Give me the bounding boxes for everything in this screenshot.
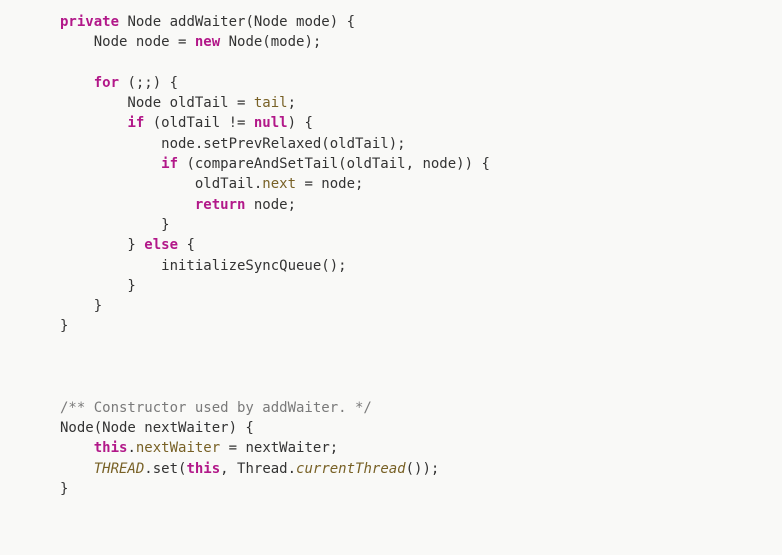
keyword-else: else	[144, 237, 178, 253]
static-currentthread: currentThread	[296, 461, 406, 477]
field-tail: tail	[254, 95, 288, 111]
code-text: = node;	[296, 176, 363, 192]
code-text: node;	[245, 197, 296, 213]
code-text: (;;) {	[119, 75, 178, 91]
code-text: = nextWaiter;	[220, 440, 338, 456]
code-text: Node node =	[60, 34, 195, 50]
keyword-for: for	[94, 75, 119, 91]
keyword-this: this	[186, 461, 220, 477]
keyword-if: if	[161, 156, 178, 172]
code-text	[60, 197, 195, 213]
code-text: initializeSyncQueue();	[60, 258, 347, 274]
keyword-private: private	[60, 14, 119, 30]
code-text: oldTail.	[60, 176, 262, 192]
code-text: Node(mode);	[220, 34, 321, 50]
code-text	[60, 440, 94, 456]
code-text: , Thread.	[220, 461, 296, 477]
code-text: }	[60, 481, 68, 497]
keyword-if: if	[127, 115, 144, 131]
keyword-this: this	[94, 440, 128, 456]
code-text: (compareAndSetTail(oldTail, node)) {	[178, 156, 490, 172]
code-text: .set(	[144, 461, 186, 477]
code-text: {	[178, 237, 195, 253]
code-text: (oldTail !=	[144, 115, 254, 131]
code-text: Node oldTail =	[60, 95, 254, 111]
keyword-null: null	[254, 115, 288, 131]
code-text: ;	[288, 95, 296, 111]
static-thread: THREAD	[94, 461, 145, 477]
code-text: node.setPrevRelaxed(oldTail);	[60, 136, 406, 152]
code-text	[60, 156, 161, 172]
code-text: .	[127, 440, 135, 456]
code-text: }	[60, 298, 102, 314]
field-next: next	[262, 176, 296, 192]
code-text: ());	[406, 461, 440, 477]
code-text: Node addWaiter(Node mode) {	[119, 14, 355, 30]
code-text: }	[60, 318, 68, 334]
field-nextwaiter: nextWaiter	[136, 440, 220, 456]
code-listing: private Node addWaiter(Node mode) { Node…	[0, 0, 782, 511]
code-text: }	[60, 237, 144, 253]
code-text	[60, 461, 94, 477]
code-text: }	[60, 217, 170, 233]
code-text: ) {	[288, 115, 313, 131]
code-text: Node(Node nextWaiter) {	[60, 420, 254, 436]
code-text	[60, 75, 94, 91]
keyword-new: new	[195, 34, 220, 50]
comment-constructor: /** Constructor used by addWaiter. */	[60, 400, 372, 416]
code-text	[60, 115, 127, 131]
code-text: }	[60, 278, 136, 294]
keyword-return: return	[195, 197, 246, 213]
